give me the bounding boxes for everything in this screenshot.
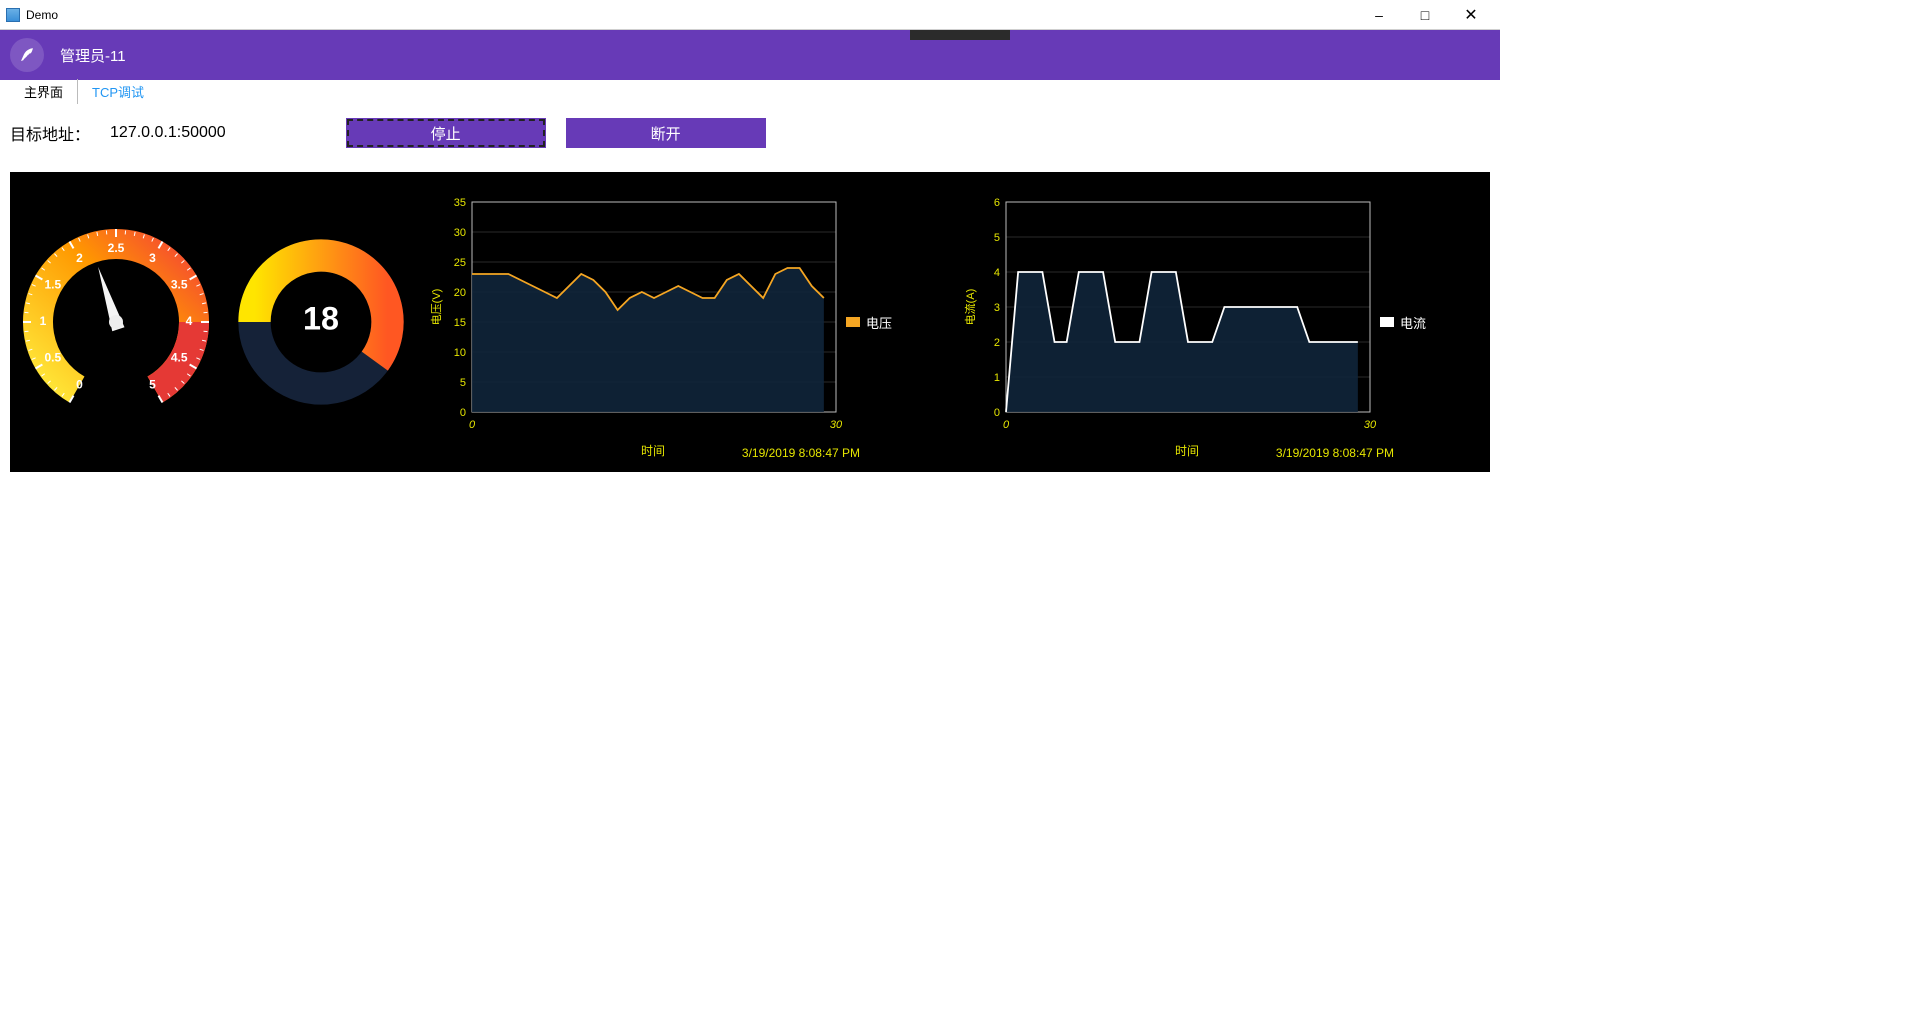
- svg-text:1: 1: [40, 314, 47, 328]
- svg-text:4: 4: [994, 267, 1000, 279]
- svg-text:35: 35: [454, 197, 466, 209]
- voltage-chart-footer: 时间 3/19/2019 8:08:47 PM: [426, 442, 880, 460]
- tab-bar: 主界面 TCP调试: [0, 80, 1500, 104]
- voltage-xlabel: 时间: [641, 444, 665, 458]
- svg-text:30: 30: [830, 419, 843, 431]
- logo-circle: [10, 38, 44, 72]
- svg-text:30: 30: [1364, 419, 1377, 431]
- legend-label-voltage: 电压: [866, 313, 892, 332]
- current-timestamp: 3/19/2019 8:08:47 PM: [1276, 446, 1394, 460]
- voltage-legend: 电压: [846, 313, 916, 332]
- svg-text:2: 2: [994, 337, 1000, 349]
- svg-text:4: 4: [186, 314, 193, 328]
- svg-text:电流(A): 电流(A): [963, 289, 977, 326]
- svg-text:10: 10: [454, 347, 466, 359]
- app-icon: [6, 8, 20, 22]
- tab-label: 主界面: [24, 85, 63, 100]
- current-chart: 0 1 2 3 4 5 6 0 30 电流(A): [960, 192, 1380, 452]
- svg-text:0: 0: [76, 377, 83, 391]
- svg-text:0.5: 0.5: [44, 351, 61, 365]
- window-minimize-button[interactable]: –: [1356, 0, 1402, 30]
- legend-swatch-current: [1380, 317, 1394, 327]
- svg-text:5: 5: [460, 377, 466, 389]
- tab-tcp[interactable]: TCP调试: [78, 79, 158, 104]
- current-xlabel: 时间: [1175, 444, 1199, 458]
- header-user: 管理员-11: [60, 45, 126, 66]
- target-address-value: 127.0.0.1:50000: [110, 124, 226, 142]
- svg-text:电压(V): 电压(V): [430, 289, 443, 326]
- voltage-chart: 0 5 10 15 20 25 30 35 0 30 电压(V): [426, 192, 846, 452]
- svg-text:3: 3: [149, 251, 156, 265]
- svg-text:5: 5: [149, 377, 156, 391]
- svg-text:0: 0: [1003, 419, 1010, 431]
- control-row: 目标地址： 127.0.0.1:50000 停止 断开: [10, 118, 1490, 148]
- svg-text:6: 6: [994, 197, 1000, 209]
- svg-text:15: 15: [454, 317, 466, 329]
- window-titlebar: Demo – □ ✕: [0, 0, 1500, 30]
- svg-text:20: 20: [454, 287, 466, 299]
- svg-text:30: 30: [454, 227, 466, 239]
- svg-text:3.5: 3.5: [171, 278, 188, 292]
- voltage-timestamp: 3/19/2019 8:08:47 PM: [742, 446, 860, 460]
- svg-text:0: 0: [469, 419, 476, 431]
- legend-label-current: 电流: [1400, 313, 1426, 332]
- window-maximize-button[interactable]: □: [1402, 0, 1448, 30]
- app-header: 管理员-11: [0, 30, 1500, 80]
- target-address-label: 目标地址：: [10, 121, 90, 145]
- svg-text:0: 0: [460, 407, 466, 419]
- window-title: Demo: [26, 8, 58, 22]
- svg-text:25: 25: [454, 257, 466, 269]
- svg-text:3: 3: [994, 302, 1000, 314]
- svg-text:1.5: 1.5: [44, 278, 61, 292]
- dashboard: 00.511.522.533.544.55 18 051015202530350…: [10, 172, 1490, 472]
- svg-text:4.5: 4.5: [171, 351, 188, 365]
- svg-text:5: 5: [994, 232, 1000, 244]
- svg-text:2.5: 2.5: [108, 241, 125, 255]
- feather-icon: [18, 46, 36, 64]
- main-panel: 目标地址： 127.0.0.1:50000 停止 断开 0 0.5 1 1.5 2 2.5…: [0, 104, 1500, 486]
- gauge-progress: 18: [226, 227, 416, 417]
- gauge-speed: 0 0.5 1 1.5 2 2.5 3 3.5 4 4.5 5: [16, 222, 216, 422]
- voltage-chart-panel: 0 5 10 15 20 25 30 35 0 30 电压(V) 电压 时间 3/19/2019 8…: [426, 180, 950, 464]
- legend-swatch-voltage: [846, 317, 860, 327]
- window-close-button[interactable]: ✕: [1448, 0, 1494, 30]
- stop-button[interactable]: 停止: [346, 118, 546, 148]
- debug-adorner: [910, 30, 1010, 40]
- current-legend: 电流: [1380, 313, 1450, 332]
- svg-text:18: 18: [303, 301, 339, 337]
- current-chart-footer: 时间 3/19/2019 8:08:47 PM: [960, 442, 1414, 460]
- current-chart-panel: 0 1 2 3 4 5 6 0 30 电流(A) 电流 时间 3/19/2019 8:08:47 …: [960, 180, 1484, 464]
- svg-text:0: 0: [994, 407, 1000, 419]
- disconnect-button[interactable]: 断开: [566, 118, 766, 148]
- tab-main[interactable]: 主界面: [10, 79, 78, 104]
- tab-label: TCP调试: [92, 85, 144, 100]
- svg-text:2: 2: [76, 251, 83, 265]
- svg-text:1: 1: [994, 372, 1000, 384]
- gauge-panel: 0 0.5 1 1.5 2 2.5 3 3.5 4 4.5 5 18: [16, 180, 416, 464]
